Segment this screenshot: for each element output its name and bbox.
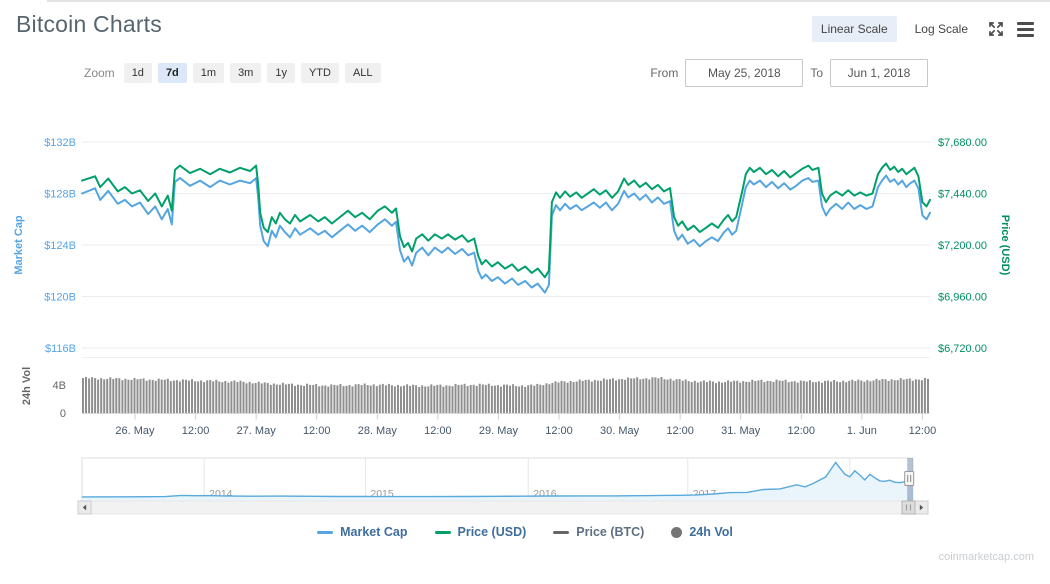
svg-text:0: 0 <box>60 408 66 420</box>
svg-text:$6,960.00: $6,960.00 <box>938 292 987 304</box>
watermark: coinmarketcap.com <box>939 551 1034 563</box>
legend-item-price-usd[interactable]: Price (USD) <box>435 525 527 539</box>
svg-text:$132B: $132B <box>44 137 76 149</box>
svg-text:30. May: 30. May <box>600 425 640 437</box>
svg-text:4B: 4B <box>53 380 66 392</box>
bitcoin-charts-page: Bitcoin Charts Linear Scale Log Scale Zo… <box>0 0 1050 584</box>
market-cap-axis-labels: $132B $128B $124B $120B $116B <box>44 137 76 355</box>
svg-text:$124B: $124B <box>44 240 76 252</box>
volume-axis-labels: 4B 0 <box>53 380 66 420</box>
svg-text:$7,200.00: $7,200.00 <box>938 240 987 252</box>
navigator-handle[interactable] <box>905 472 914 486</box>
legend-item-price-btc[interactable]: Price (BTC) <box>553 525 644 539</box>
svg-text:$7,440.00: $7,440.00 <box>938 189 987 201</box>
price-axis-labels: $7,680.00 $7,440.00 $7,200.00 $6,960.00 $6,7… <box>938 137 987 355</box>
legend-label: Price (BTC) <box>576 525 644 539</box>
navigator[interactable]: 20142015201620172018 <box>82 458 913 503</box>
legend: Market Cap Price (USD) Price (BTC) 24h Vol <box>0 525 1050 539</box>
legend-label: 24h Vol <box>689 525 733 539</box>
bitcoin-price-chart: $132B $128B $124B $120B $116B $7,680.00 $7,440… <box>0 0 1050 520</box>
svg-text:12:00: 12:00 <box>788 425 816 437</box>
legend-item-24h-vol[interactable]: 24h Vol <box>671 525 733 539</box>
svg-text:12:00: 12:00 <box>182 425 210 437</box>
price-btc-marker-icon <box>553 531 569 534</box>
scrollbar-track[interactable] <box>78 501 928 514</box>
svg-text:$128B: $128B <box>44 189 76 201</box>
price-axis-title: Price (USD) <box>999 215 1011 276</box>
svg-text:31. May: 31. May <box>721 425 761 437</box>
price-usd-marker-icon <box>435 531 451 534</box>
svg-text:12:00: 12:00 <box>545 425 573 437</box>
scrollbar-left-button[interactable] <box>78 501 91 514</box>
24h-vol-marker-icon <box>671 527 682 538</box>
x-axis-labels: 26. May 12:00 27. May 12:00 28. May 12:00 29. … <box>115 425 936 437</box>
svg-text:29. May: 29. May <box>479 425 519 437</box>
plot-area[interactable] <box>82 142 930 413</box>
legend-label: Market Cap <box>340 525 407 539</box>
svg-text:$116B: $116B <box>45 343 76 355</box>
svg-text:12:00: 12:00 <box>303 425 331 437</box>
market-cap-marker-icon <box>317 531 333 534</box>
market-cap-axis-title: Market Cap <box>13 215 25 275</box>
volume-axis-title: 24h Vol <box>21 367 33 405</box>
scrollbar-thumb[interactable] <box>902 501 915 514</box>
legend-label: Price (USD) <box>458 525 527 539</box>
scrollbar-right-button[interactable] <box>915 501 928 514</box>
svg-text:26. May: 26. May <box>115 425 155 437</box>
svg-text:27. May: 27. May <box>237 425 277 437</box>
legend-item-market-cap[interactable]: Market Cap <box>317 525 407 539</box>
x-axis-ticks <box>135 414 922 420</box>
svg-text:28. May: 28. May <box>358 425 398 437</box>
svg-text:12:00: 12:00 <box>424 425 452 437</box>
svg-text:12:00: 12:00 <box>909 425 937 437</box>
svg-text:12:00: 12:00 <box>666 425 694 437</box>
svg-text:1. Jun: 1. Jun <box>847 425 877 437</box>
svg-text:$6,720.00: $6,720.00 <box>938 343 987 355</box>
svg-text:$7,680.00: $7,680.00 <box>938 137 987 149</box>
svg-text:$120B: $120B <box>44 292 76 304</box>
